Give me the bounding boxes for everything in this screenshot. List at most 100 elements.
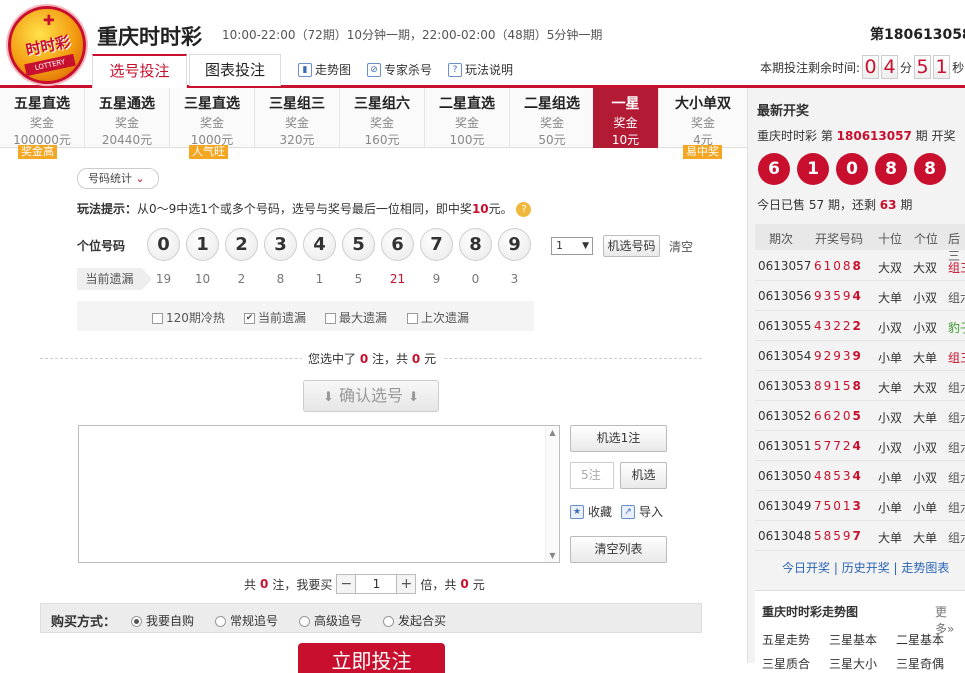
confirm-button[interactable]: ⬇ 确认选号 ⬇ xyxy=(303,380,439,412)
play-tab-name: 五星直选 xyxy=(14,96,70,112)
minus-button[interactable]: − xyxy=(336,574,357,594)
link-expert[interactable]: ⊘ 专家杀号 xyxy=(367,61,432,78)
trend-link[interactable]: 五星走势 xyxy=(762,631,810,648)
row-ones: 小双 xyxy=(913,321,938,335)
play-tab-1star[interactable]: 一星 奖金 10元 xyxy=(593,88,659,148)
qty-text: 注，我要买 xyxy=(272,577,333,592)
scroll-up-icon[interactable]: ▲ xyxy=(546,428,559,437)
checkbox[interactable] xyxy=(325,313,336,324)
row-tens: 大单 xyxy=(878,531,903,545)
play-tab-5star-all[interactable]: 五星通选 奖金 20440元 xyxy=(85,88,170,148)
logo[interactable]: ✚ 时时彩 LOTTERY xyxy=(8,6,86,84)
history-draw-link[interactable]: 历史开奖 xyxy=(842,561,890,575)
tab-select[interactable]: 选号投注 xyxy=(92,54,187,88)
checkbox-checked[interactable]: ✔ xyxy=(244,313,255,324)
number-ball[interactable]: 4 xyxy=(303,228,336,261)
radio[interactable] xyxy=(299,616,310,627)
missing-value: 21 xyxy=(389,272,406,286)
number-ball[interactable]: 7 xyxy=(420,228,453,261)
note-count-input[interactable]: 5注 xyxy=(570,462,614,489)
submit-button[interactable]: 立即投注 xyxy=(298,643,445,673)
radio-chase[interactable]: 常规追号 xyxy=(215,612,278,629)
radio-selected[interactable] xyxy=(131,616,142,627)
quantity-row: 共 0 注，我要买 −1 + 倍，共 0 元 xyxy=(244,574,485,594)
row-number-head: 9359 xyxy=(814,289,853,303)
import-link[interactable]: ↗ 导入 xyxy=(621,503,663,520)
number-ball[interactable]: 5 xyxy=(342,228,375,261)
sidebar-footer-links: 今日开奖 | 历史开奖 | 走势图表 xyxy=(782,561,950,575)
trend-link[interactable]: 三星奇偶 xyxy=(896,655,944,672)
row-number: 61088 xyxy=(814,259,861,273)
clear-list-button[interactable]: 清空列表 xyxy=(570,536,667,563)
number-ball[interactable]: 8 xyxy=(459,228,492,261)
option-current[interactable]: ✔ 当前遗漏 xyxy=(244,309,306,326)
random-count-select[interactable]: 1 ▼ xyxy=(551,237,593,255)
row-number: 92939 xyxy=(814,349,861,363)
clear-link[interactable]: 清空 xyxy=(669,238,693,255)
trend-chart-link[interactable]: 走势图表 xyxy=(901,561,949,575)
tab-chart[interactable]: 图表投注 xyxy=(189,54,281,86)
favorite-link[interactable]: ★ 收藏 xyxy=(570,503,612,520)
play-tab-bigsmall[interactable]: 大小单双 奖金 4元 xyxy=(659,88,747,148)
checkbox[interactable] xyxy=(407,313,418,324)
help-icon[interactable]: ? xyxy=(516,202,532,217)
row-ones: 大双 xyxy=(913,381,938,395)
countdown-unit: 秒 xyxy=(952,60,965,75)
row-tens: 大双 xyxy=(878,261,903,275)
scrollbar[interactable]: ▲ ▼ xyxy=(545,426,559,562)
play-tab-2star-direct[interactable]: 二星直选 奖金 100元 xyxy=(425,88,510,148)
option-last[interactable]: 上次遗漏 xyxy=(407,309,469,326)
radio-self[interactable]: 我要自购 xyxy=(131,612,194,629)
scroll-down-icon[interactable]: ▼ xyxy=(546,551,559,560)
trend-link[interactable]: 三星大小 xyxy=(829,655,877,672)
checkbox[interactable] xyxy=(152,313,163,324)
radio-adv-chase[interactable]: 高级追号 xyxy=(299,612,362,629)
today-draw-link[interactable]: 今日开奖 xyxy=(782,561,830,575)
random-one-button[interactable]: 机选1注 xyxy=(570,425,667,452)
play-tab-prize: 100元 xyxy=(449,133,485,147)
play-tab-2star-group[interactable]: 二星组选 奖金 50元 xyxy=(510,88,595,148)
play-tab-3star-g6[interactable]: 三星组六 奖金 160元 xyxy=(340,88,425,148)
missing-label: 当前遗漏 xyxy=(77,268,152,290)
summary-count: 0 xyxy=(359,352,369,366)
option-hotcold[interactable]: 120期冷热 xyxy=(152,309,225,326)
trend-link[interactable]: 三星质合 xyxy=(762,655,810,672)
number-ball[interactable]: 9 xyxy=(498,228,531,261)
number-ball[interactable]: 1 xyxy=(186,228,219,261)
play-tab-3star-direct[interactable]: 三星直选 奖金 1000元 xyxy=(170,88,255,148)
stats-dropdown[interactable]: 号码统计 ⌄ xyxy=(77,168,159,189)
random-button[interactable]: 机选 xyxy=(620,462,667,489)
play-tab-name: 大小单双 xyxy=(675,96,731,112)
radio[interactable] xyxy=(215,616,226,627)
trend-link[interactable]: 二星基本 xyxy=(896,631,944,648)
play-tab-5star-direct[interactable]: 五星直选 奖金 100000元 xyxy=(0,88,85,148)
option-max[interactable]: 最大遗漏 xyxy=(325,309,387,326)
row-number-last: 7 xyxy=(852,529,861,543)
row-group: 组三 xyxy=(948,351,965,365)
link-trend[interactable]: ▮ 走势图 xyxy=(298,61,351,78)
missing-value: 2 xyxy=(237,272,246,286)
plus-button[interactable]: + xyxy=(396,574,417,594)
number-ball[interactable]: 0 xyxy=(147,228,180,261)
radio[interactable] xyxy=(383,616,394,627)
radio-group[interactable]: 发起合买 xyxy=(383,612,446,629)
summary-unit: 元 xyxy=(424,352,437,366)
play-tab-3star-g3[interactable]: 三星组三 奖金 320元 xyxy=(255,88,340,148)
link-rules[interactable]: ? 玩法说明 xyxy=(448,61,513,78)
row-ones: 大单 xyxy=(913,351,938,365)
countdown-label: 本期投注剩余时间: xyxy=(760,60,861,75)
number-ball[interactable]: 6 xyxy=(381,228,414,261)
draw-issue: 180613057 xyxy=(836,129,912,143)
chart-icon: ▮ xyxy=(298,62,312,77)
multiplier-input[interactable]: 1 xyxy=(356,574,397,594)
number-ball[interactable]: 3 xyxy=(264,228,297,261)
random-pick-button[interactable]: 机选号码 xyxy=(603,235,660,257)
selection-list[interactable]: ▲ ▼ xyxy=(78,425,560,563)
stats-dropdown-label: 号码统计 xyxy=(88,172,132,185)
number-ball[interactable]: 2 xyxy=(225,228,258,261)
caret-down-icon: ▼ xyxy=(582,241,589,251)
schedule-text: 10:00-22:00（72期）10分钟一期，22:00-02:00（48期）5… xyxy=(222,28,603,42)
trend-link[interactable]: 三星基本 xyxy=(829,631,877,648)
missing-value: 1 xyxy=(315,272,324,286)
kill-icon: ⊘ xyxy=(367,62,381,77)
